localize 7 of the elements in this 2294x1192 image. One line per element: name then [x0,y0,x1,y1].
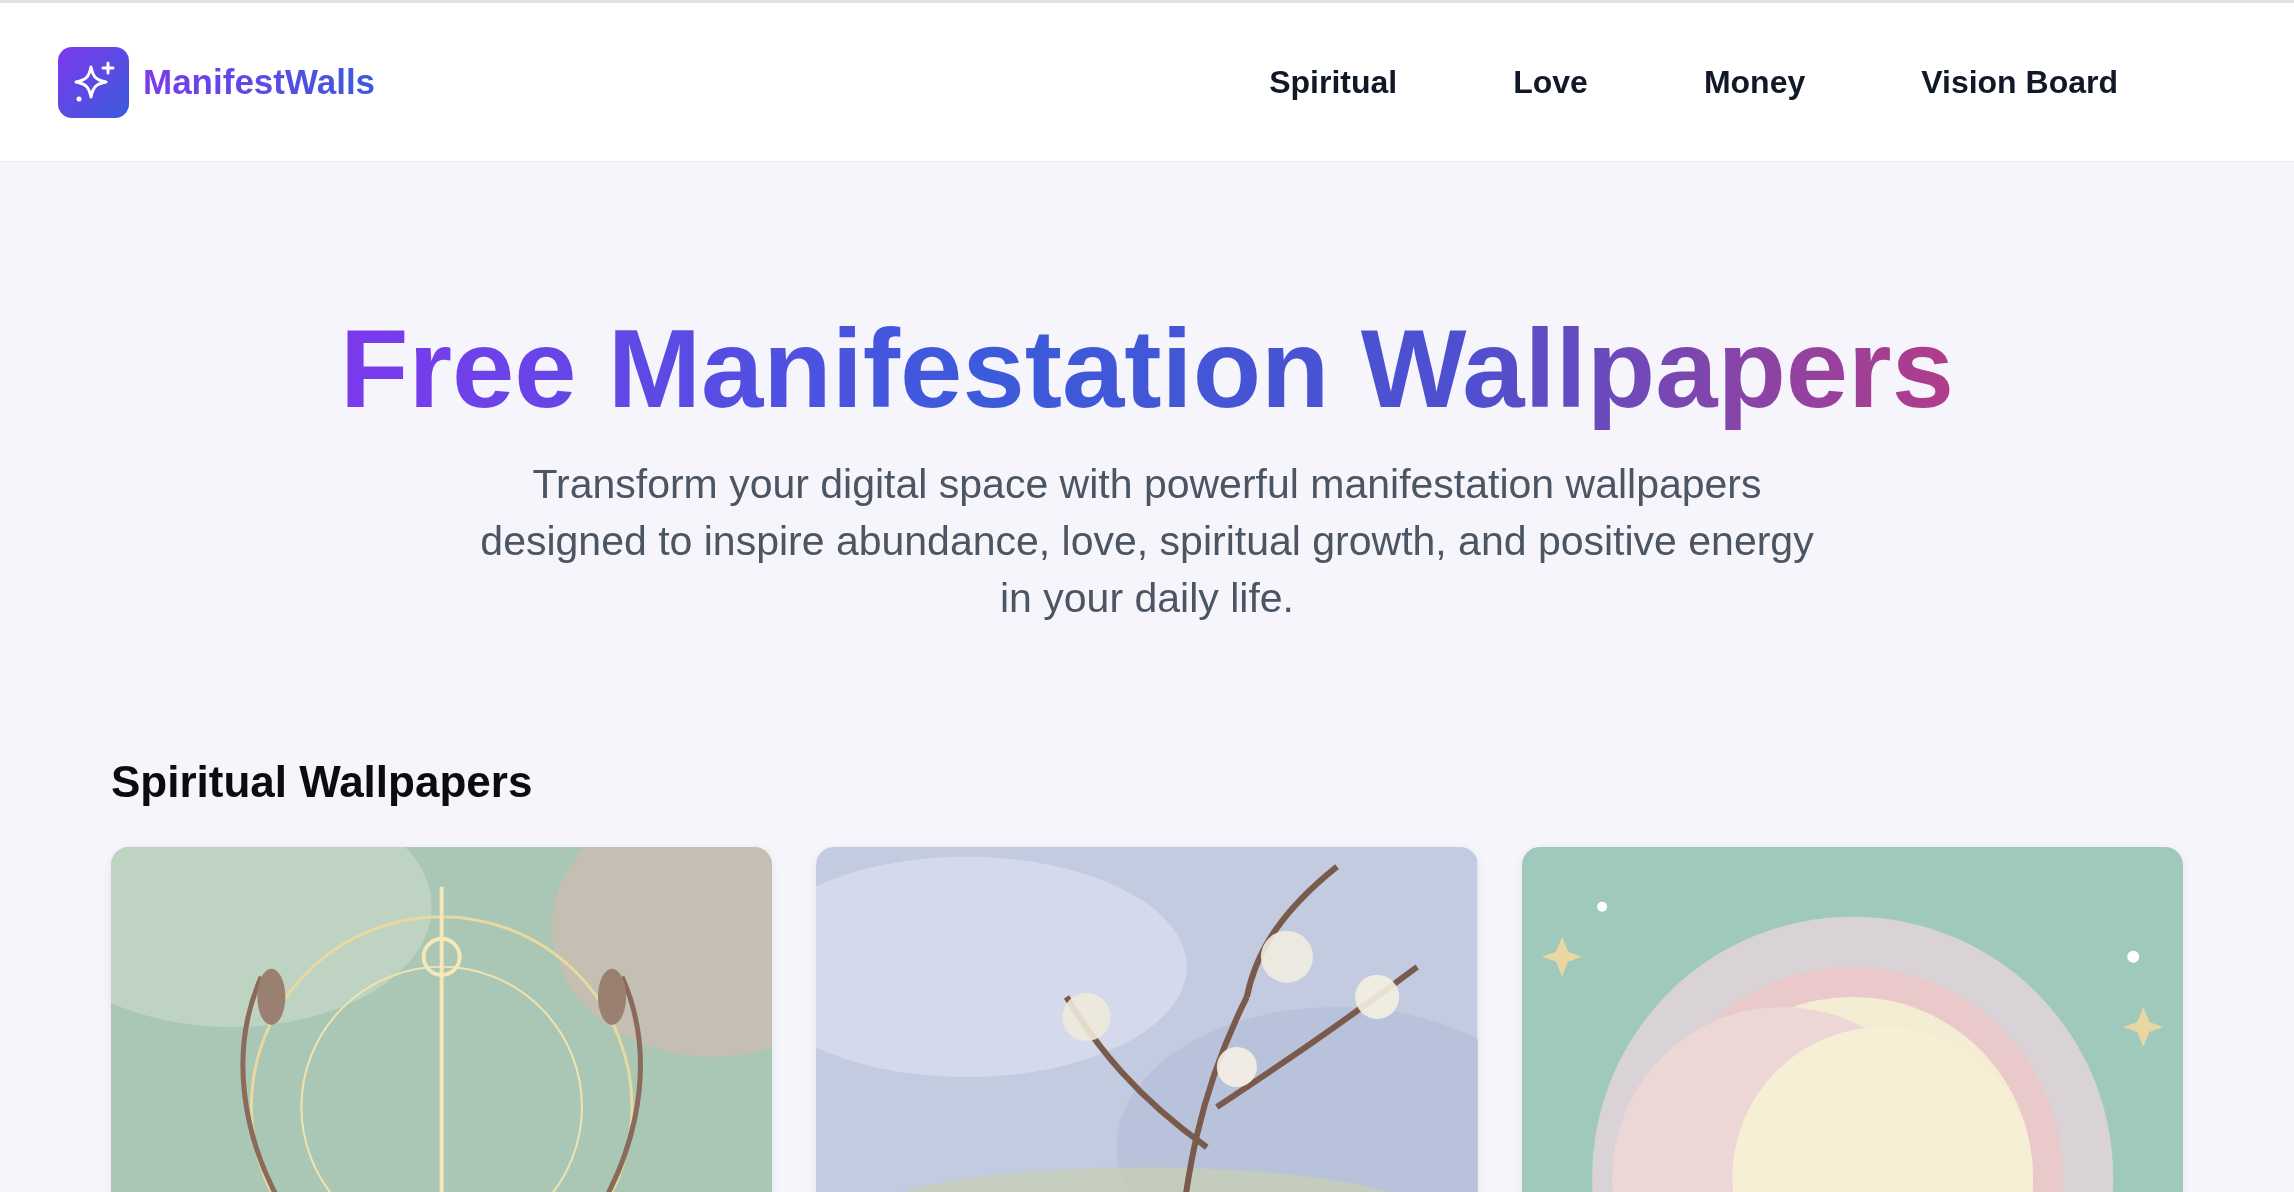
nav-link[interactable]: Spiritual [1269,63,1398,101]
hero-subtitle: Transform your digital space with powerful manifestation wallpapers designed to inspire abundance, love, spiritual growth, and positive energy in your daily life. [479,460,1815,624]
sparkle-icon[interactable] [58,46,129,118]
nav-link[interactable]: Money [1703,63,1806,101]
nav-link[interactable]: Vision Board [1921,63,2118,101]
nav-link[interactable]: Love [1513,63,1588,101]
section-title: Spiritual Wallpapers [111,757,534,808]
